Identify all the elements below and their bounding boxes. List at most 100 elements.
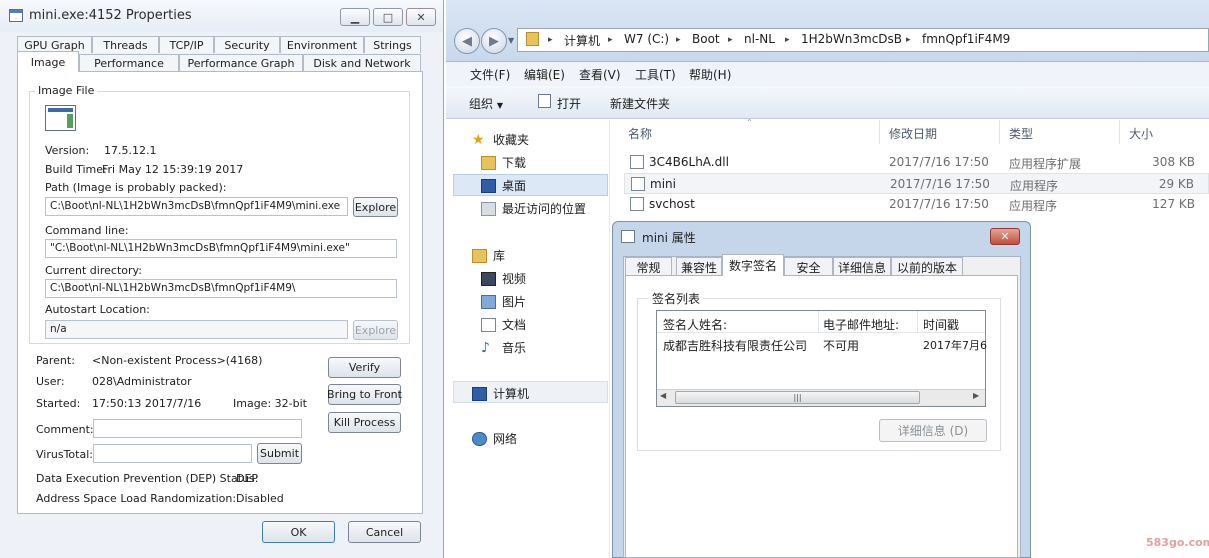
nav-music-label: 音乐 — [502, 341, 527, 355]
version-value: 17.5.12.1 — [104, 144, 157, 157]
file-name: 3C4B6LhA.dll — [649, 155, 729, 169]
watermark: 583go.com — [1146, 536, 1209, 549]
nav-computer[interactable]: 计算机 — [472, 385, 529, 402]
organize-button[interactable]: 组织 ▼ — [469, 95, 503, 112]
minimize-button[interactable]: ▁ — [340, 8, 370, 26]
file-row[interactable]: svchost 2017/7/16 17:50 应用程序 127 KB — [624, 194, 1209, 215]
exe-file-icon — [630, 197, 644, 211]
file-date: 2017/7/16 17:50 — [889, 155, 989, 169]
organize-label: 组织 — [469, 97, 494, 111]
column-separator[interactable] — [818, 311, 819, 333]
tab-threads[interactable]: Threads — [92, 36, 159, 53]
nav-favorites-label: 收藏夹 — [493, 133, 530, 147]
scroll-right-icon[interactable]: ▶ — [973, 391, 979, 400]
virustotal-label: VirusTotal: — [36, 448, 93, 461]
nav-desktop[interactable]: 桌面 — [481, 177, 526, 194]
close-icon: ✕ — [416, 10, 426, 24]
column-size[interactable]: 大小 — [1129, 125, 1153, 142]
explore-autostart-button[interactable]: Explore — [353, 320, 398, 340]
tab-image[interactable]: Image — [17, 51, 79, 72]
ok-button[interactable]: OK — [262, 521, 335, 543]
tab-digital-signatures[interactable]: 数字签名 — [722, 254, 784, 276]
path-field[interactable]: C:\Boot\nl-NL\1H2bWn3mcDsB\fmnQpf1iF4M9\… — [45, 197, 348, 216]
column-type[interactable]: 类型 — [1009, 125, 1033, 142]
comment-field[interactable] — [93, 419, 302, 438]
kill-process-button[interactable]: Kill Process — [328, 412, 401, 433]
tab-strings[interactable]: Strings — [364, 36, 421, 53]
tab-disk-and-network[interactable]: Disk and Network — [303, 54, 421, 71]
autostart-field[interactable]: n/a — [45, 320, 348, 339]
open-icon — [538, 94, 551, 108]
signer-email: 不可用 — [823, 339, 860, 353]
scrollbar-thumb[interactable]: ||| — [675, 391, 920, 404]
column-date[interactable]: 修改日期 — [889, 125, 937, 142]
tab-security[interactable]: 安全 — [784, 257, 833, 276]
nav-documents[interactable]: 文档 — [481, 316, 526, 333]
music-icon: ♪ — [481, 339, 490, 356]
new-folder-button[interactable]: 新建文件夹 — [610, 95, 670, 112]
column-separator[interactable] — [999, 120, 1000, 144]
downloads-folder-icon — [481, 155, 496, 170]
signature-details-button[interactable]: 详细信息 (D) — [879, 419, 987, 442]
close-button[interactable]: ✕ — [406, 8, 436, 26]
breadcrumb-folder-2[interactable]: fmnQpf1iF4M9 — [922, 32, 1010, 46]
nav-network[interactable]: 网络 — [472, 430, 517, 447]
explore-path-button[interactable]: Explore — [353, 197, 398, 217]
submit-button[interactable]: Submit — [257, 443, 302, 464]
nav-pictures[interactable]: 图片 — [481, 293, 526, 310]
nav-libraries[interactable]: 库 — [472, 247, 505, 264]
libraries-icon — [472, 248, 487, 263]
cancel-button[interactable]: Cancel — [348, 521, 421, 543]
recent-pages-dropdown-icon[interactable]: ▼ — [508, 36, 514, 45]
tab-details[interactable]: 详细信息 — [833, 257, 891, 276]
tab-general[interactable]: 常规 — [625, 257, 672, 276]
breadcrumb-computer[interactable]: 计算机 — [564, 32, 600, 49]
column-separator[interactable] — [1119, 120, 1120, 144]
current-directory-field[interactable]: C:\Boot\nl-NL\1H2bWn3mcDsB\fmnQpf1iF4M9\ — [45, 279, 397, 298]
breadcrumb-folder-1[interactable]: 1H2bWn3mcDsB — [801, 32, 902, 46]
file-row[interactable]: 3C4B6LhA.dll 2017/7/16 17:50 应用程序扩展 308 … — [624, 152, 1209, 173]
tab-tcpip[interactable]: TCP/IP — [159, 36, 214, 53]
maximize-button[interactable]: □ — [373, 8, 403, 26]
forward-button[interactable]: ▶ — [481, 28, 507, 54]
file-row[interactable]: mini 2017/7/16 17:50 应用程序 29 KB — [624, 173, 1209, 194]
breadcrumb-nl-nl[interactable]: nl-NL — [744, 32, 775, 46]
dialog-close-button[interactable]: ✕ — [990, 228, 1020, 245]
tab-previous-versions[interactable]: 以前的版本 — [891, 257, 963, 276]
column-separator[interactable] — [879, 120, 880, 144]
tab-security[interactable]: Security — [214, 36, 280, 53]
executable-icon — [45, 105, 76, 131]
menu-view[interactable]: 查看(V) — [579, 66, 621, 83]
back-button[interactable]: ◀ — [454, 28, 480, 54]
tab-performance[interactable]: Performance — [79, 54, 179, 71]
nav-recent[interactable]: 最近访问的位置 — [481, 200, 586, 217]
column-separator[interactable] — [917, 311, 918, 333]
scroll-left-icon[interactable]: ◀ — [660, 391, 666, 400]
open-button[interactable]: 打开 — [557, 95, 581, 112]
breadcrumb-boot[interactable]: Boot — [692, 32, 720, 46]
signature-row[interactable]: 成都吉胜科技有限责任公司 不可用 2017年7月6 — [657, 335, 987, 355]
command-line-field[interactable]: "C:\Boot\nl-NL\1H2bWn3mcDsB\fmnQpf1iF4M9… — [45, 239, 397, 258]
nav-videos[interactable]: 视频 — [481, 270, 526, 287]
menu-tools[interactable]: 工具(T) — [635, 66, 676, 83]
bring-to-front-button[interactable]: Bring to Front — [327, 384, 402, 405]
column-email[interactable]: 电子邮件地址: — [823, 316, 899, 333]
column-name[interactable]: 名称 — [628, 125, 652, 142]
column-signer-name[interactable]: 签名人姓名: — [663, 316, 727, 333]
star-icon: ★ — [472, 131, 485, 148]
nav-music[interactable]: ♪ 音乐 — [481, 339, 526, 356]
menu-help[interactable]: 帮助(H) — [689, 66, 731, 83]
virustotal-field[interactable] — [93, 444, 252, 463]
process-properties-titlebar[interactable]: mini.exe:4152 Properties ▁ □ ✕ — [0, 0, 443, 32]
tab-environment[interactable]: Environment — [280, 36, 364, 53]
column-timestamp[interactable]: 时间戳 — [923, 316, 959, 333]
dll-file-icon — [630, 155, 644, 169]
menu-file[interactable]: 文件(F) — [470, 66, 510, 83]
nav-downloads[interactable]: 下载 — [481, 154, 526, 171]
verify-button[interactable]: Verify — [328, 357, 401, 378]
nav-favorites[interactable]: ★ 收藏夹 — [472, 131, 529, 148]
tab-compatibility[interactable]: 兼容性 — [676, 257, 722, 276]
menu-edit[interactable]: 编辑(E) — [524, 66, 565, 83]
tab-performance-graph[interactable]: Performance Graph — [179, 54, 303, 71]
breadcrumb-drive[interactable]: W7 (C:) — [624, 32, 669, 46]
